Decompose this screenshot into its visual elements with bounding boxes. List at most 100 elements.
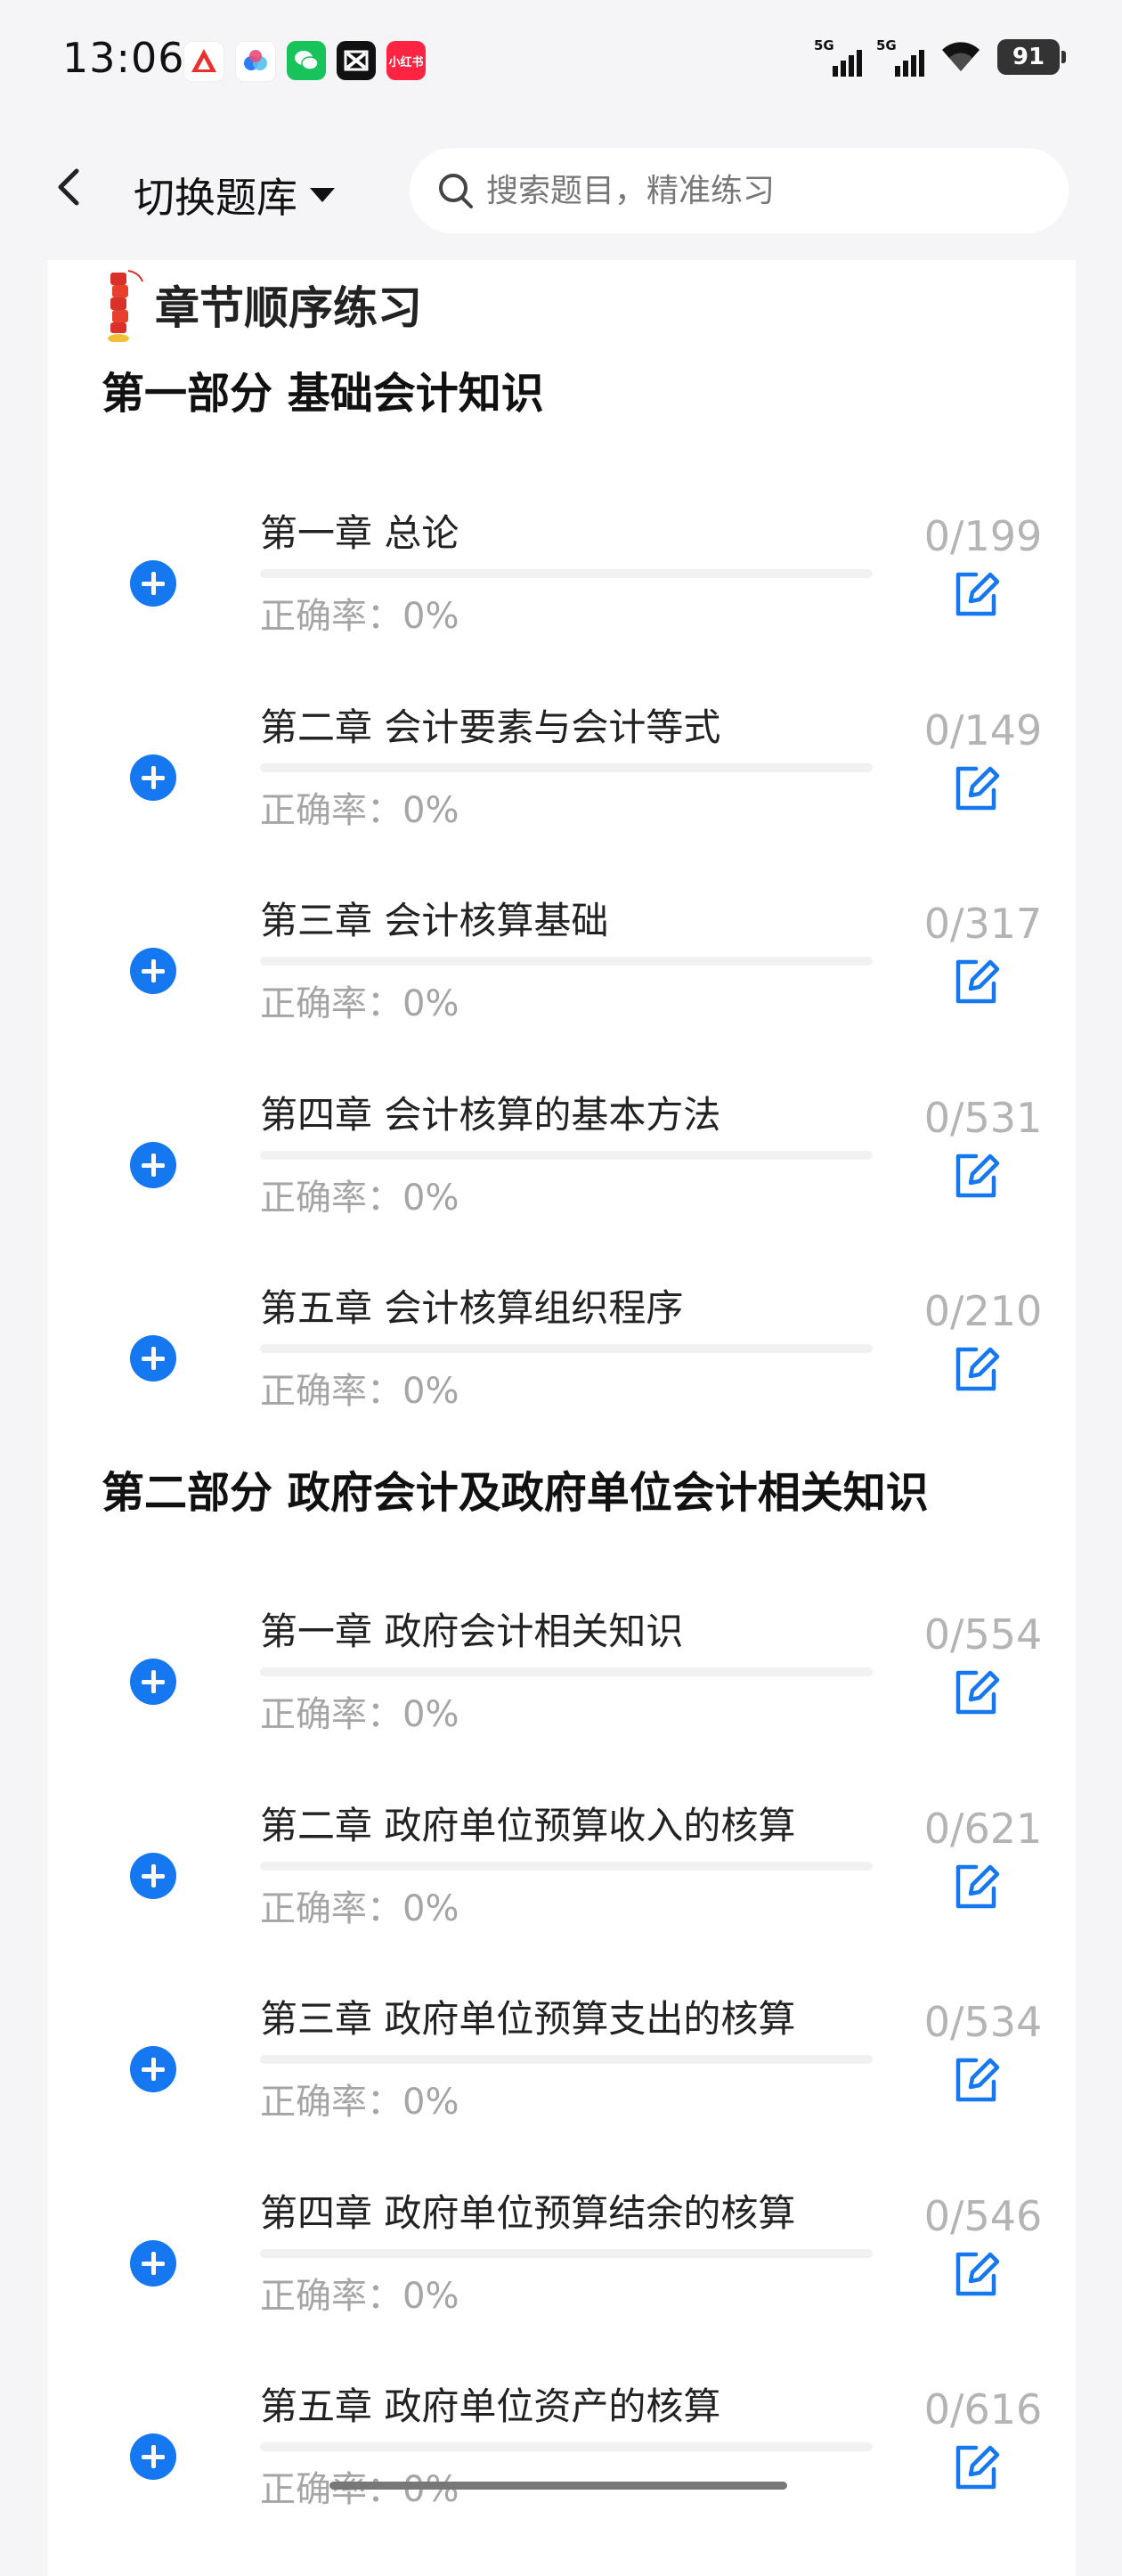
chapter-row[interactable]: 第四章 政府单位预算结余的核算 正确率：0% 0/546 xyxy=(48,2183,1076,2377)
edit-icon[interactable] xyxy=(949,1149,1003,1202)
xiaohongshu-icon: 小红书 xyxy=(386,41,426,80)
edit-icon[interactable] xyxy=(949,955,1003,1008)
status-time: 13:06 xyxy=(62,34,185,82)
chapter-row[interactable]: 第五章 政府单位资产的核算 正确率：0% 0/616 xyxy=(48,2376,1076,2571)
chapter-title: 第五章 会计核算组织程序 xyxy=(260,1286,684,1330)
progress-bar xyxy=(260,2442,873,2451)
question-count: 0/199 xyxy=(923,512,1043,560)
chapter-title: 第一章 总论 xyxy=(260,511,459,555)
accuracy-label: 正确率： xyxy=(260,2469,402,2510)
plus-circle-icon[interactable] xyxy=(130,1852,176,1899)
part-title: 第二部分 政府会计及政府单位会计相关知识 xyxy=(102,1468,934,1518)
chapter-row[interactable]: 第三章 政府单位预算支出的核算 正确率：0% 0/534 xyxy=(48,1989,1076,2183)
plus-circle-icon[interactable] xyxy=(130,560,176,607)
top-nav-bar: 切换题库 xyxy=(0,121,1122,260)
plus-circle-icon[interactable] xyxy=(130,948,176,994)
firecracker-icon xyxy=(108,270,143,342)
accuracy-label: 正确率： xyxy=(260,596,402,637)
edit-icon[interactable] xyxy=(949,2053,1003,2107)
home-indicator[interactable] xyxy=(329,2482,787,2490)
chapter-row[interactable]: 第三章 会计核算基础 正确率：0% 0/317 xyxy=(48,891,1076,1085)
section-header: 章节顺序练习 xyxy=(102,260,422,349)
signal-5g-icon: 5G xyxy=(814,37,862,77)
edit-icon[interactable] xyxy=(949,2247,1003,2301)
accuracy-value: 0% xyxy=(402,2275,459,2317)
chapter-title: 第一章 政府会计相关知识 xyxy=(260,1610,684,1653)
chapter-title: 第四章 政府单位预算结余的核算 xyxy=(260,2190,796,2235)
progress-bar xyxy=(260,1861,873,1871)
question-count: 0/554 xyxy=(923,1610,1043,1659)
accuracy-label: 正确率： xyxy=(260,2082,402,2123)
accuracy-value: 0% xyxy=(402,1177,459,1219)
accuracy-label: 正确率： xyxy=(260,2275,402,2317)
accuracy-text: 正确率：0% xyxy=(260,1362,459,1414)
progress-bar xyxy=(260,2055,873,2064)
bank-switch-label: 切换题库 xyxy=(134,174,297,222)
progress-bar xyxy=(260,1667,873,1676)
plus-circle-icon[interactable] xyxy=(130,1335,176,1382)
chapter-row[interactable]: 第一章 总论 正确率：0% 0/199 xyxy=(48,503,1076,697)
accuracy-text: 正确率：0% xyxy=(260,974,459,1026)
app-icon-red xyxy=(183,41,224,82)
chapter-title: 第三章 政府单位预算支出的核算 xyxy=(260,1997,796,2041)
chapter-title: 第二章 会计要素与会计等式 xyxy=(260,705,721,749)
accuracy-value: 0% xyxy=(402,789,459,831)
chapter-title: 第三章 会计核算基础 xyxy=(260,899,609,942)
edit-icon[interactable] xyxy=(949,1860,1003,1913)
plus-circle-icon[interactable] xyxy=(130,2239,176,2287)
question-count: 0/149 xyxy=(923,705,1043,754)
wechat-icon xyxy=(287,41,326,80)
progress-bar xyxy=(260,1150,873,1160)
accuracy-text: 正确率：0% xyxy=(260,2073,459,2124)
accuracy-text: 正确率：0% xyxy=(260,2267,459,2319)
wifi-icon xyxy=(942,42,980,71)
plus-circle-icon[interactable] xyxy=(130,754,176,801)
system-status-icons: 5G 5G 91 xyxy=(814,37,1066,77)
question-count: 0/621 xyxy=(923,1804,1043,1853)
question-count: 0/546 xyxy=(923,2191,1043,2240)
edit-icon[interactable] xyxy=(949,762,1003,815)
accuracy-value: 0% xyxy=(402,1887,459,1929)
chapter-row[interactable]: 第五章 会计核算组织程序 正确率：0% 0/210 xyxy=(48,1278,1076,1472)
accuracy-text: 正确率：0% xyxy=(260,781,459,833)
plus-circle-icon[interactable] xyxy=(130,1141,176,1188)
edit-icon[interactable] xyxy=(949,1666,1003,1719)
chapter-row[interactable]: 第一章 政府会计相关知识 正确率：0% 0/554 xyxy=(48,1602,1076,1796)
plus-circle-icon[interactable] xyxy=(130,2046,176,2092)
question-count: 0/317 xyxy=(923,900,1043,948)
accuracy-label: 正确率： xyxy=(260,1177,402,1219)
accuracy-label: 正确率： xyxy=(260,1694,402,1735)
accuracy-value: 0% xyxy=(402,2082,459,2123)
search-input[interactable] xyxy=(484,171,1040,210)
accuracy-label: 正确率： xyxy=(260,983,402,1024)
accuracy-value: 0% xyxy=(402,1371,459,1412)
back-button[interactable] xyxy=(45,160,98,214)
chapter-title: 第二章 政府单位预算收入的核算 xyxy=(260,1803,796,1847)
progress-bar xyxy=(260,1344,873,1353)
accuracy-label: 正确率： xyxy=(260,1371,402,1412)
search-box[interactable] xyxy=(410,148,1069,233)
progress-bar xyxy=(260,762,873,772)
accuracy-value: 0% xyxy=(402,983,459,1024)
accuracy-text: 正确率：0% xyxy=(260,1685,459,1737)
chapter-row[interactable]: 第二章 会计要素与会计等式 正确率：0% 0/149 xyxy=(48,697,1076,892)
plus-circle-icon[interactable] xyxy=(130,2433,176,2480)
chapter-row[interactable]: 第四章 会计核算的基本方法 正确率：0% 0/531 xyxy=(48,1085,1076,1279)
chapter-row[interactable]: 第二章 政府单位预算收入的核算 正确率：0% 0/621 xyxy=(48,1796,1076,1990)
question-bank-switch[interactable]: 切换题库 xyxy=(134,166,335,224)
signal-5g-icon: 5G xyxy=(876,37,924,77)
accuracy-value: 0% xyxy=(402,2469,459,2510)
accuracy-value: 0% xyxy=(402,1694,459,1735)
edit-icon[interactable] xyxy=(949,567,1003,621)
accuracy-text: 正确率：0% xyxy=(260,1879,459,1931)
capcut-icon xyxy=(337,41,376,80)
accuracy-label: 正确率： xyxy=(260,1887,402,1929)
question-count: 0/616 xyxy=(923,2385,1043,2433)
accuracy-value: 0% xyxy=(402,596,459,637)
chapter-title: 第四章 会计核算的基本方法 xyxy=(260,1092,721,1137)
edit-icon[interactable] xyxy=(949,2441,1003,2494)
baidu-netdisk-icon xyxy=(235,41,276,82)
part-title: 第一部分 基础会计知识 xyxy=(102,369,549,419)
plus-circle-icon[interactable] xyxy=(130,1659,176,1705)
edit-icon[interactable] xyxy=(949,1342,1003,1396)
